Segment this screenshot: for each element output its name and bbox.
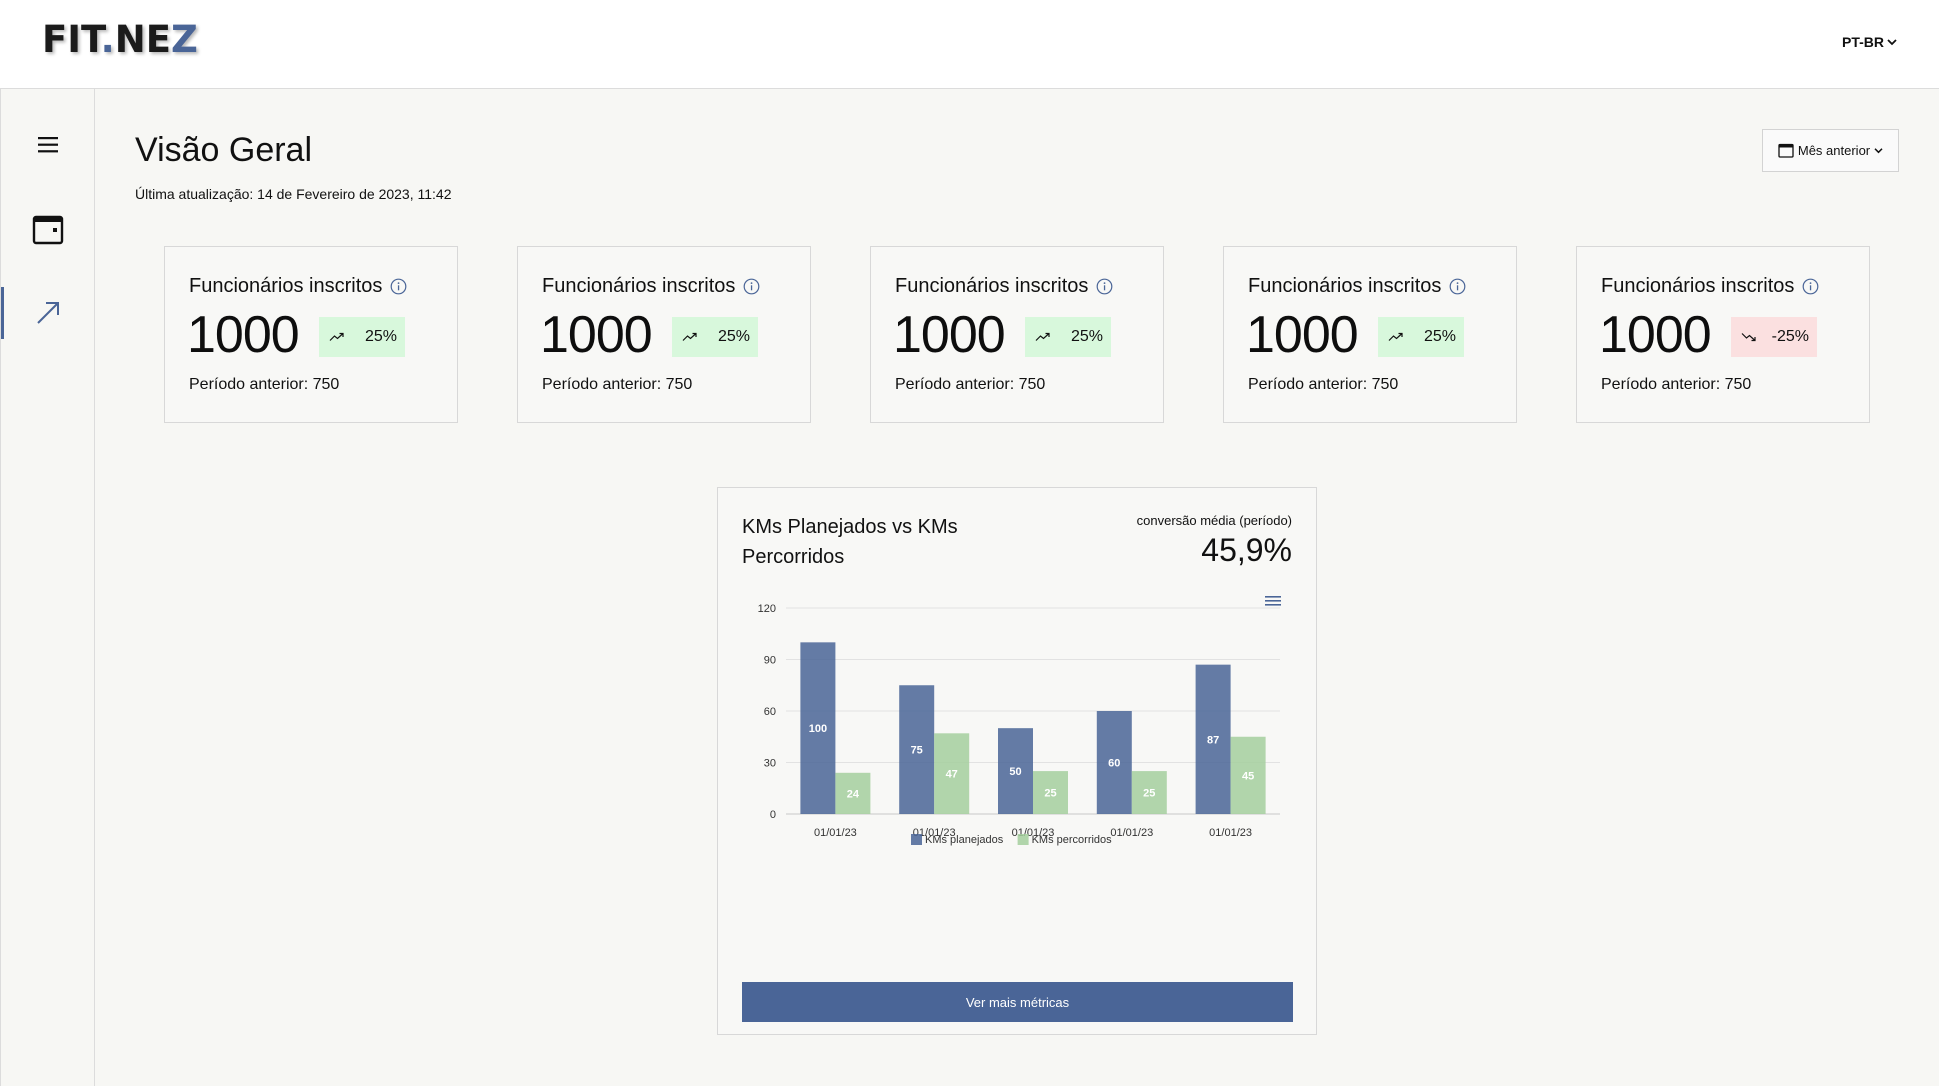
legend-swatch — [911, 834, 922, 845]
change-badge: 25% — [1378, 317, 1464, 357]
metric-card: Funcionários inscritos 1000 25% Período … — [164, 246, 458, 423]
chart-menu-icon[interactable] — [1265, 596, 1281, 606]
y-tick-label: 60 — [764, 706, 776, 718]
chevron-down-icon — [1874, 148, 1883, 154]
y-tick-label: 30 — [764, 758, 776, 770]
bar-value-label: 100 — [809, 723, 827, 735]
chevron-down-icon — [1887, 39, 1897, 46]
info-icon[interactable] — [1802, 278, 1819, 295]
change-value: 25% — [1423, 328, 1456, 345]
metric-card-value: 1000 — [1599, 306, 1712, 364]
previous-period-text: Período anterior: 750 — [189, 376, 340, 393]
y-tick-label: 120 — [758, 603, 776, 615]
logo-text-fit: FIT — [42, 18, 101, 61]
legend-label: KMs percorridos — [1032, 834, 1113, 846]
metric-card-label-text: Funcionários inscritos — [189, 275, 383, 297]
previous-period-text: Período anterior: 750 — [895, 376, 1046, 393]
logo-text-ne: NE — [114, 18, 171, 61]
change-value: 25% — [364, 328, 397, 345]
menu-icon — [38, 137, 58, 153]
trend-up-icon — [682, 332, 697, 341]
metric-card: Funcionários inscritos 1000 -25% Período… — [1576, 246, 1870, 423]
y-tick-label: 0 — [770, 809, 776, 821]
bar-value-label: 75 — [911, 745, 923, 757]
fitnez-logo[interactable]: FIT.NEZ — [42, 18, 198, 61]
change-badge: -25% — [1731, 317, 1817, 357]
change-badge: 25% — [1025, 317, 1111, 357]
metric-card-label: Funcionários inscritos — [895, 275, 1113, 298]
bar-value-label: 25 — [1143, 788, 1155, 800]
period-filter-button[interactable]: Mês anterior — [1762, 129, 1899, 172]
calendar-icon — [1778, 143, 1794, 158]
sidebar-item-metrics[interactable] — [1, 285, 95, 341]
metric-card-label-text: Funcionários inscritos — [1248, 275, 1442, 297]
legend-label: KMs planejados — [925, 834, 1004, 846]
x-tick-label: 01/01/23 — [814, 827, 857, 839]
bar-value-label: 45 — [1242, 770, 1254, 782]
metric-card-value: 1000 — [187, 306, 300, 364]
change-value: -25% — [1771, 328, 1809, 345]
metric-card-label: Funcionários inscritos — [1248, 275, 1466, 298]
top-bar: FIT.NEZ PT-BR — [0, 0, 1939, 89]
y-tick-label: 90 — [764, 655, 776, 667]
metric-card-label: Funcionários inscritos — [1601, 275, 1819, 298]
trend-up-icon — [1035, 332, 1050, 341]
trend-down-icon — [1741, 333, 1756, 342]
metric-card-label: Funcionários inscritos — [542, 275, 760, 298]
previous-period-text: Período anterior: 750 — [1601, 376, 1752, 393]
metric-card-label-text: Funcionários inscritos — [895, 275, 1089, 297]
period-filter-label: Mês anterior — [1797, 143, 1871, 158]
sidebar-menu-button[interactable] — [1, 117, 95, 173]
metric-card-value: 1000 — [540, 306, 653, 364]
previous-period-text: Período anterior: 750 — [1248, 376, 1399, 393]
last-update-text: Última atualização: 14 de Fevereiro de 2… — [135, 186, 452, 202]
info-icon[interactable] — [1449, 278, 1466, 295]
metric-card: Funcionários inscritos 1000 25% Período … — [1223, 246, 1517, 423]
legend-swatch — [1017, 834, 1029, 845]
km-chart-card: KMs Planejados vs KMs Percorridos conver… — [717, 487, 1317, 1035]
conversion-value: 45,9% — [1201, 532, 1292, 568]
info-icon[interactable] — [1096, 278, 1113, 295]
trending-arrow-icon — [37, 302, 59, 324]
logo-dot: . — [100, 18, 115, 61]
language-label: PT-BR — [1842, 34, 1884, 50]
metric-card-label: Funcionários inscritos — [189, 275, 407, 298]
sidebar — [0, 89, 95, 1086]
x-tick-label: 01/01/23 — [1209, 827, 1252, 839]
info-icon[interactable] — [743, 278, 760, 295]
change-badge: 25% — [672, 317, 758, 357]
chart-title: KMs Planejados vs KMs Percorridos — [742, 516, 958, 568]
bar-value-label: 47 — [946, 769, 958, 781]
trend-up-icon — [329, 332, 344, 341]
metric-card-value: 1000 — [893, 306, 1006, 364]
calendar-icon — [32, 215, 64, 245]
metric-cards: Funcionários inscritos 1000 25% Período … — [164, 246, 1870, 423]
logo-text-z: Z — [170, 18, 198, 61]
metric-card-label-text: Funcionários inscritos — [1601, 275, 1795, 297]
bar-value-label: 60 — [1108, 758, 1120, 770]
x-tick-label: 01/01/23 — [1110, 827, 1153, 839]
bar-value-label: 24 — [847, 788, 860, 800]
bar-value-label: 25 — [1044, 788, 1056, 800]
more-metrics-button[interactable]: Ver mais métricas — [742, 982, 1293, 1022]
bar-value-label: 87 — [1207, 734, 1219, 746]
page-title: Visão Geral — [135, 131, 313, 169]
change-value: 25% — [717, 328, 750, 345]
change-value: 25% — [1070, 328, 1103, 345]
language-selector[interactable]: PT-BR — [1842, 34, 1897, 50]
metric-card: Funcionários inscritos 1000 25% Período … — [517, 246, 811, 423]
main-content: Visão Geral Última atualização: 14 de Fe… — [95, 89, 1939, 1086]
metric-card-label-text: Funcionários inscritos — [542, 275, 736, 297]
info-icon[interactable] — [390, 278, 407, 295]
sidebar-item-calendar[interactable] — [1, 201, 95, 257]
trend-up-icon — [1388, 332, 1403, 341]
change-badge: 25% — [319, 317, 405, 357]
conversion-label: conversão média (período) — [1136, 513, 1292, 528]
bar-value-label: 50 — [1009, 766, 1021, 778]
km-bar-chart: 0 30 60 90 120 100 24 01/01/23 75 47 01/01/23 50 25 0… — [758, 596, 1281, 846]
previous-period-text: Período anterior: 750 — [542, 376, 693, 393]
metric-card: Funcionários inscritos 1000 25% Período … — [870, 246, 1164, 423]
metric-card-value: 1000 — [1246, 306, 1359, 364]
